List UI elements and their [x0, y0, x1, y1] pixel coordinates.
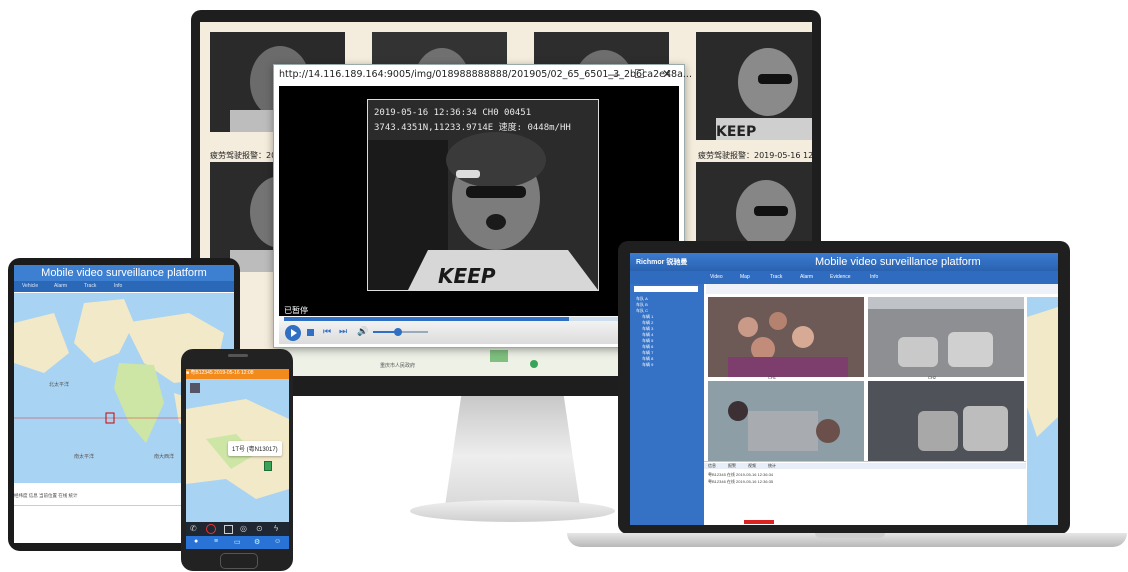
- vehicle-tree: 车队 A 车队 B 车队 C 车辆 1 车辆 2 车辆 3 车辆 4 车辆 5 车辆 6 车辆 7…: [630, 284, 704, 525]
- bus-seats-image: [868, 297, 1024, 377]
- list-icon[interactable]: ≡: [214, 538, 218, 545]
- camera-view[interactable]: [708, 381, 864, 461]
- home-button[interactable]: [220, 553, 258, 569]
- tablet-toolbar: Vehicle Alarm Track Info: [14, 281, 234, 292]
- camera-label: CH1: [768, 375, 777, 380]
- vehicle-popup[interactable]: 1T号 (粤N13017): [228, 441, 282, 456]
- event-log: 信息 报警 视频 统计 粤B12345 在线 2019-05-16 12:36:…: [704, 461, 1026, 525]
- seek-progress: [284, 317, 569, 321]
- main-menu: Video Map Track Alarm Evidence Info: [630, 271, 1058, 284]
- video-icon[interactable]: ▭: [234, 538, 241, 546]
- toolbar-item[interactable]: Vehicle: [22, 283, 38, 289]
- vehicle-marker-icon[interactable]: [264, 461, 272, 471]
- camera-view[interactable]: [868, 381, 1024, 461]
- play-icon: [291, 329, 297, 337]
- next-icon[interactable]: ⏭: [339, 326, 347, 337]
- video-frame: 2019-05-16 12:36:34 CH0 00451 3743.4351N…: [367, 99, 599, 291]
- phone-map[interactable]: 1T号 (粤N13017): [186, 379, 289, 522]
- square-icon[interactable]: [224, 525, 233, 534]
- toolbar-item[interactable]: Alarm: [54, 283, 67, 289]
- log-tab[interactable]: 信息: [708, 463, 716, 469]
- video-grid: CH1 CH2: [708, 297, 1024, 461]
- close-button[interactable]: ✕: [662, 67, 672, 81]
- osd-gps: 3743.4351N,11233.9714E 速度: 0448m/HH: [374, 123, 571, 133]
- log-line: 粤B12345 在线 2019-05-16 12:36:34: [708, 472, 774, 477]
- app-header: Richmor 锐驰曼 Mobile video surveillance pl…: [630, 253, 1058, 271]
- bus-interior-image: [708, 381, 864, 461]
- side-map[interactable]: [1027, 297, 1058, 525]
- tablet-app-title: Mobile video surveillance platform: [14, 265, 234, 281]
- player-status: 已暂停: [284, 306, 308, 315]
- prev-icon[interactable]: ⏮: [323, 326, 331, 337]
- menu-item[interactable]: Evidence: [830, 274, 851, 280]
- bus-aisle-image: [868, 381, 1024, 461]
- phone-screen: ■ 粤B12345 2019-05-16 12:08 1T号 (粤N13017)…: [186, 369, 289, 549]
- menu-item[interactable]: Info: [870, 274, 878, 280]
- phone-nav-bar: ● ≡ ▭ ⚙ ☺: [186, 536, 289, 549]
- bus-passengers-image: [708, 297, 864, 377]
- phone-status-bar: ■ 粤B12345 2019-05-16 12:08: [186, 369, 289, 379]
- camera-thumbnail[interactable]: KEEP: [696, 32, 812, 140]
- player-titlebar[interactable]: http://14.116.189.164:9005/img/018988888…: [274, 65, 692, 85]
- monitor-stand: [445, 396, 580, 506]
- stop-icon[interactable]: ⊙: [256, 524, 263, 533]
- seek-bar[interactable]: [284, 317, 674, 321]
- play-button[interactable]: [285, 325, 301, 341]
- volume-knob[interactable]: [393, 328, 402, 336]
- laptop-screen: Richmor 锐驰曼 Mobile video surveillance pl…: [630, 253, 1058, 525]
- volume-slider[interactable]: [373, 328, 428, 336]
- thumbnail-caption: 疲劳驾驶报警：2019-05-16 12:08: [698, 151, 812, 160]
- phone-speaker: [228, 354, 248, 357]
- svg-text:KEEP: KEEP: [716, 124, 756, 140]
- phone-control-bar: ✆ ◎ ⊙ ϟ ● ≡ ▭ ⚙ ☺: [186, 522, 289, 549]
- video-toolbar: [706, 284, 1058, 294]
- osd-timestamp: 2019-05-16 12:36:34 CH0 00451: [374, 108, 532, 118]
- bolt-icon[interactable]: ϟ: [274, 524, 278, 533]
- toolbar-item[interactable]: Track: [84, 283, 96, 289]
- menu-item[interactable]: Track: [770, 274, 782, 280]
- user-icon[interactable]: ☺: [274, 538, 281, 545]
- map-label: 重庆市人民政府: [380, 363, 416, 369]
- side-map-land: [1027, 307, 1058, 437]
- toolbar-item[interactable]: Info: [114, 283, 122, 289]
- shirt-text: KEEP: [438, 264, 496, 288]
- record-icon[interactable]: [206, 524, 216, 534]
- brand-logo: Richmor 锐驰曼: [636, 259, 688, 266]
- camera-icon[interactable]: ◎: [240, 524, 247, 533]
- log-tab[interactable]: 报警: [728, 463, 736, 469]
- map-marker[interactable]: [490, 350, 508, 362]
- vehicle-thumbnail[interactable]: [190, 383, 200, 393]
- map-marker[interactable]: [530, 360, 538, 368]
- stop-icon[interactable]: [307, 329, 314, 336]
- log-tab[interactable]: 统计: [768, 463, 776, 469]
- map-label: 北太平洋: [49, 382, 70, 388]
- menu-item[interactable]: Map: [740, 274, 750, 280]
- alarm-indicator: [744, 520, 774, 524]
- settings-icon[interactable]: ⚙: [254, 538, 260, 546]
- phone-icon[interactable]: ✆: [190, 524, 197, 533]
- map-label: 南太平洋: [74, 454, 95, 460]
- log-tab[interactable]: 视频: [748, 463, 756, 469]
- location-icon[interactable]: ●: [194, 538, 198, 545]
- volume-icon[interactable]: 🔊: [357, 326, 368, 337]
- map-label: 南大西洋: [154, 454, 175, 460]
- tree-search-input[interactable]: [634, 286, 698, 292]
- monitor-base: [410, 500, 615, 522]
- tree-item[interactable]: 车辆 9: [634, 362, 700, 368]
- camera-view[interactable]: [708, 297, 864, 377]
- menu-item[interactable]: Alarm: [800, 274, 813, 280]
- camera-label: CH2: [928, 375, 937, 380]
- player-url: http://14.116.189.164:9005/img/018988888…: [279, 69, 692, 80]
- laptop-notch: [815, 533, 885, 538]
- log-line: 粤B12346 在线 2019-05-16 12:36:35: [708, 479, 774, 484]
- log-tabs: 信息 报警 视频 统计: [704, 463, 1026, 469]
- app-title: Mobile video surveillance platform: [815, 256, 981, 268]
- menu-item[interactable]: Video: [710, 274, 723, 280]
- camera-view[interactable]: [868, 297, 1024, 377]
- minimize-button[interactable]: —: [608, 67, 620, 81]
- thumbnail-caption: 疲劳驾驶报警：20: [210, 151, 277, 160]
- maximize-button[interactable]: ☐: [634, 67, 645, 81]
